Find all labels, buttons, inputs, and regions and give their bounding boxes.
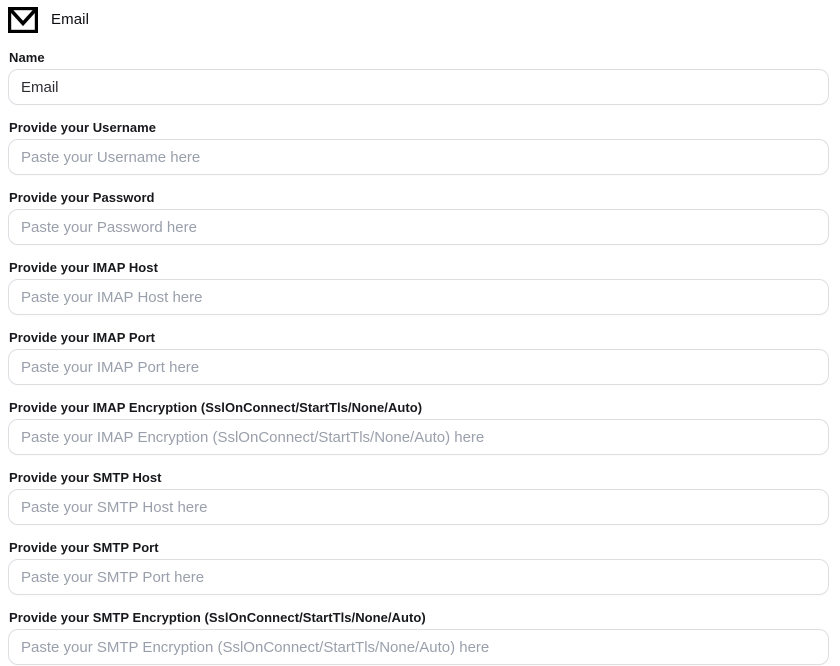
imap-encryption-input[interactable] (8, 419, 829, 455)
form-title: Email (51, 11, 89, 28)
field-smtp-port: Provide your SMTP Port (8, 540, 829, 595)
field-name: Name (8, 50, 829, 105)
field-password: Provide your Password (8, 190, 829, 245)
imap-port-label: Provide your IMAP Port (9, 330, 829, 346)
field-imap-encryption: Provide your IMAP Encryption (SslOnConne… (8, 400, 829, 455)
envelope-icon (8, 7, 38, 33)
smtp-port-label: Provide your SMTP Port (9, 540, 829, 556)
imap-port-input[interactable] (8, 349, 829, 385)
field-imap-host: Provide your IMAP Host (8, 260, 829, 315)
smtp-port-input[interactable] (8, 559, 829, 595)
username-input[interactable] (8, 139, 829, 175)
imap-encryption-label: Provide your IMAP Encryption (SslOnConne… (9, 400, 829, 416)
fields-container: Name Provide your Username Provide your … (8, 50, 829, 665)
password-input[interactable] (8, 209, 829, 245)
form-header: Email (8, 6, 829, 33)
field-username: Provide your Username (8, 120, 829, 175)
smtp-encryption-label: Provide your SMTP Encryption (SslOnConne… (9, 610, 829, 626)
password-label: Provide your Password (9, 190, 829, 206)
field-imap-port: Provide your IMAP Port (8, 330, 829, 385)
smtp-encryption-input[interactable] (8, 629, 829, 665)
imap-host-input[interactable] (8, 279, 829, 315)
smtp-host-input[interactable] (8, 489, 829, 525)
username-label: Provide your Username (9, 120, 829, 136)
field-smtp-encryption: Provide your SMTP Encryption (SslOnConne… (8, 610, 829, 665)
email-settings-form: Email Name Provide your Username Provide… (0, 0, 840, 666)
name-input[interactable] (8, 69, 829, 105)
field-smtp-host: Provide your SMTP Host (8, 470, 829, 525)
name-label: Name (9, 50, 829, 66)
smtp-host-label: Provide your SMTP Host (9, 470, 829, 486)
imap-host-label: Provide your IMAP Host (9, 260, 829, 276)
